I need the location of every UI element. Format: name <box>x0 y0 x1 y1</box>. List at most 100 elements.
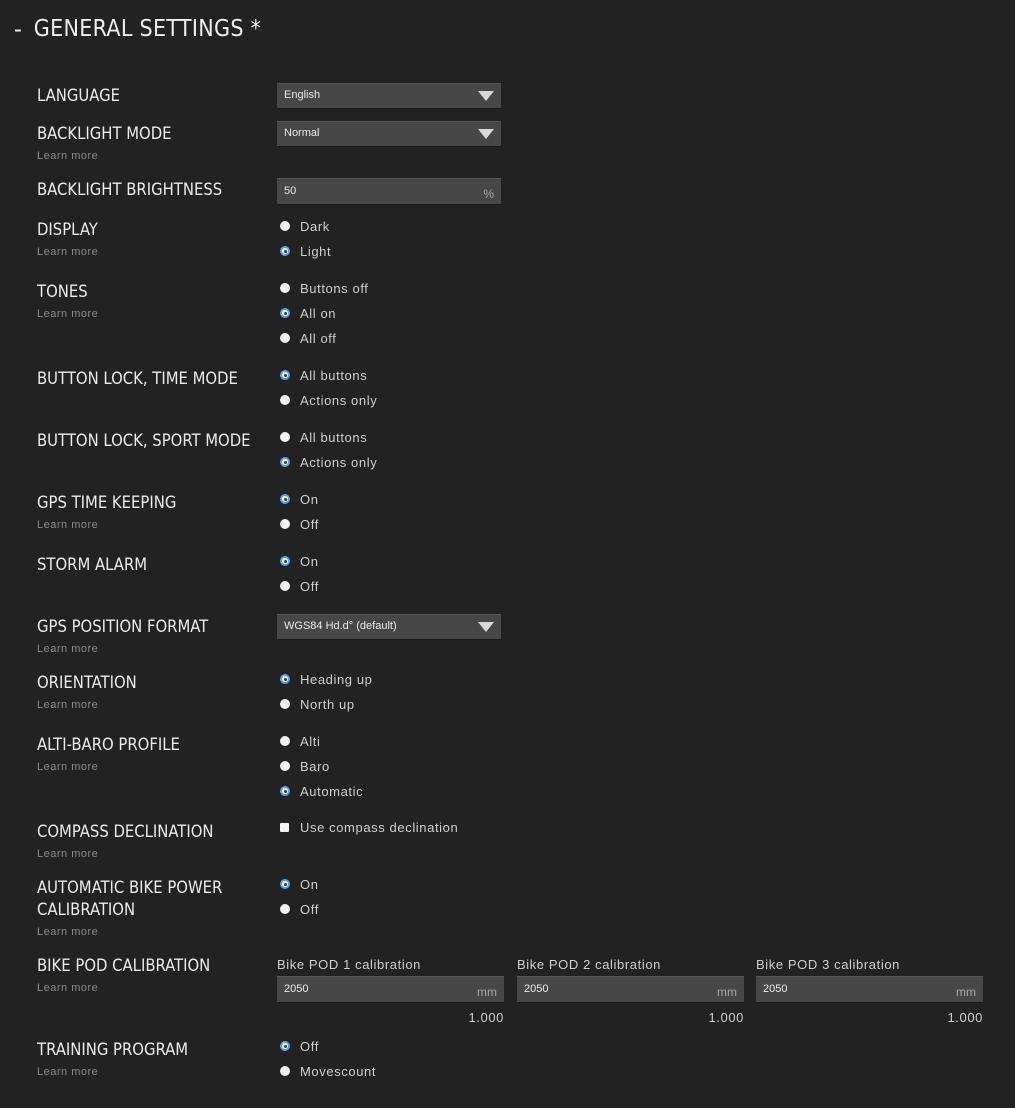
language-label: LANGUAGE <box>37 86 121 105</box>
gps-position-format-label: GPS POSITION FORMAT <box>37 617 209 636</box>
radio-button-selected[interactable] <box>280 457 290 467</box>
bike-pod-3-factor: 1.000 <box>947 1010 983 1025</box>
display-option-dark[interactable]: Dark <box>280 217 330 235</box>
learn-more-link[interactable]: Learn more <box>37 150 98 162</box>
radio-button-selected[interactable] <box>280 786 290 796</box>
section-title: GENERAL SETTINGS * <box>33 16 262 42</box>
mm-unit: mm <box>717 985 737 999</box>
section-header[interactable]: - GENERAL SETTINGS * <box>14 12 261 46</box>
radio-button-selected[interactable] <box>280 246 290 256</box>
bike-pod-3-input[interactable]: 2050 mm <box>756 976 983 1002</box>
button-lock-time-option-all-buttons[interactable]: All buttons <box>280 366 367 384</box>
button-lock-time-label: BUTTON LOCK, TIME MODE <box>37 369 238 388</box>
alti-baro-option-automatic[interactable]: Automatic <box>280 782 363 800</box>
bike-pod-3-value: 2050 <box>763 983 788 995</box>
training-program-option-off[interactable]: Off <box>280 1037 319 1055</box>
radio-button-selected[interactable] <box>280 370 290 380</box>
radio-button[interactable] <box>280 699 290 709</box>
learn-more-link[interactable]: Learn more <box>37 246 98 258</box>
bike-pod-3-title: Bike POD 3 calibration <box>756 957 900 972</box>
auto-bike-power-label-line2: CALIBRATION <box>37 900 136 919</box>
compass-declination-checkbox-row[interactable]: Use compass declination <box>280 818 458 836</box>
learn-more-link[interactable]: Learn more <box>37 926 98 938</box>
radio-button[interactable] <box>280 904 290 914</box>
tones-label: TONES <box>37 282 88 301</box>
learn-more-link[interactable]: Learn more <box>37 1066 98 1078</box>
percent-unit: % <box>483 187 494 201</box>
language-select[interactable]: English <box>277 83 501 108</box>
storm-alarm-option-on[interactable]: On <box>280 552 319 570</box>
mm-unit: mm <box>956 985 976 999</box>
display-option-light[interactable]: Light <box>280 242 331 260</box>
learn-more-link[interactable]: Learn more <box>37 848 98 860</box>
gps-position-format-value: WGS84 Hd.d° (default) <box>284 620 397 632</box>
training-program-option-movescount[interactable]: Movescount <box>280 1062 376 1080</box>
radio-button-selected[interactable] <box>280 494 290 504</box>
backlight-brightness-label: BACKLIGHT BRIGHTNESS <box>37 180 223 199</box>
learn-more-link[interactable]: Learn more <box>37 761 98 773</box>
storm-alarm-label: STORM ALARM <box>37 555 148 574</box>
radio-button[interactable] <box>280 283 290 293</box>
radio-button[interactable] <box>280 1066 290 1076</box>
radio-button[interactable] <box>280 221 290 231</box>
radio-button-selected[interactable] <box>280 674 290 684</box>
radio-button[interactable] <box>280 581 290 591</box>
bike-pod-2-value: 2050 <box>524 983 549 995</box>
chevron-down-icon <box>478 622 494 632</box>
radio-button[interactable] <box>280 395 290 405</box>
backlight-brightness-input[interactable]: 50 % <box>277 178 501 204</box>
button-lock-time-option-actions-only[interactable]: Actions only <box>280 391 377 409</box>
language-value: English <box>284 89 321 101</box>
radio-button-selected[interactable] <box>280 1041 290 1051</box>
auto-bike-power-option-off[interactable]: Off <box>280 900 319 918</box>
orientation-label: ORIENTATION <box>37 673 137 692</box>
bike-pod-1-factor: 1.000 <box>468 1010 504 1025</box>
button-lock-sport-option-actions-only[interactable]: Actions only <box>280 453 377 471</box>
mm-unit: mm <box>477 985 497 999</box>
radio-button-selected[interactable] <box>280 556 290 566</box>
alti-baro-label: ALTI-BARO PROFILE <box>37 735 180 754</box>
learn-more-link[interactable]: Learn more <box>37 308 98 320</box>
orientation-option-heading-up[interactable]: Heading up <box>280 670 373 688</box>
learn-more-link[interactable]: Learn more <box>37 643 98 655</box>
radio-button[interactable] <box>280 519 290 529</box>
tones-option-all-off[interactable]: All off <box>280 329 336 347</box>
radio-button-selected[interactable] <box>280 879 290 889</box>
backlight-brightness-value: 50 <box>284 185 297 197</box>
backlight-mode-label: BACKLIGHT MODE <box>37 124 172 143</box>
gps-time-keeping-option-on[interactable]: On <box>280 490 319 508</box>
bike-pod-calibration-label: BIKE POD CALIBRATION <box>37 956 211 975</box>
button-lock-sport-label: BUTTON LOCK, SPORT MODE <box>37 431 251 450</box>
auto-bike-power-label-line1: AUTOMATIC BIKE POWER <box>37 878 223 897</box>
backlight-mode-select[interactable]: Normal <box>277 121 501 146</box>
radio-button[interactable] <box>280 432 290 442</box>
bike-pod-2-title: Bike POD 2 calibration <box>517 957 661 972</box>
storm-alarm-option-off[interactable]: Off <box>280 577 319 595</box>
button-lock-sport-option-all-buttons[interactable]: All buttons <box>280 428 367 446</box>
alti-baro-option-baro[interactable]: Baro <box>280 757 330 775</box>
chevron-down-icon <box>478 129 494 139</box>
tones-option-buttons-off[interactable]: Buttons off <box>280 279 369 297</box>
gps-time-keeping-label: GPS TIME KEEPING <box>37 493 177 512</box>
chevron-down-icon <box>478 91 494 101</box>
gps-position-format-select[interactable]: WGS84 Hd.d° (default) <box>277 614 501 639</box>
bike-pod-1-value: 2050 <box>284 983 309 995</box>
tones-option-all-on[interactable]: All on <box>280 304 336 322</box>
gps-time-keeping-option-off[interactable]: Off <box>280 515 319 533</box>
radio-button[interactable] <box>280 333 290 343</box>
checkbox[interactable] <box>280 822 289 832</box>
radio-button-selected[interactable] <box>280 308 290 318</box>
learn-more-link[interactable]: Learn more <box>37 519 98 531</box>
orientation-option-north-up[interactable]: North up <box>280 695 355 713</box>
auto-bike-power-option-on[interactable]: On <box>280 875 319 893</box>
radio-button[interactable] <box>280 736 290 746</box>
radio-button[interactable] <box>280 761 290 771</box>
backlight-mode-value: Normal <box>284 127 320 139</box>
collapse-icon[interactable]: - <box>14 15 22 43</box>
alti-baro-option-alti[interactable]: Alti <box>280 732 320 750</box>
display-label: DISPLAY <box>37 220 98 239</box>
bike-pod-1-input[interactable]: 2050 mm <box>277 976 504 1002</box>
bike-pod-2-input[interactable]: 2050 mm <box>517 976 744 1002</box>
learn-more-link[interactable]: Learn more <box>37 699 98 711</box>
learn-more-link[interactable]: Learn more <box>37 982 98 994</box>
